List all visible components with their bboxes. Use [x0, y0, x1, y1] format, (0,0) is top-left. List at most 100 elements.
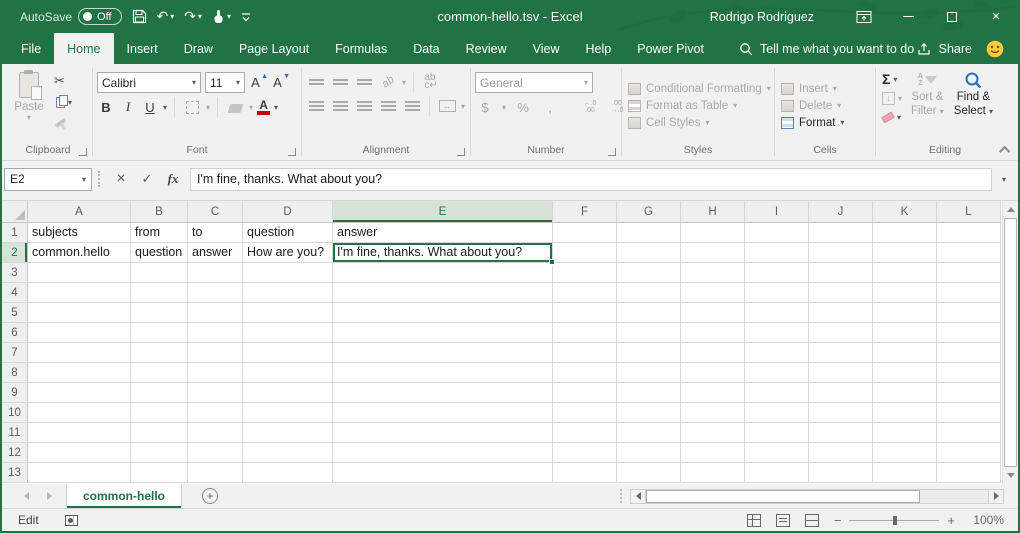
zoom-level[interactable]: 100%	[970, 513, 1004, 527]
cell-F4[interactable]	[553, 283, 617, 303]
cell-J5[interactable]	[809, 303, 873, 323]
format-cells-button[interactable]: Format▾	[781, 117, 871, 129]
cell-E1[interactable]: answer	[333, 223, 553, 243]
cell-D3[interactable]	[243, 263, 333, 283]
cell-C9[interactable]	[188, 383, 243, 403]
cell-B10[interactable]	[131, 403, 188, 423]
column-header-F[interactable]: F	[553, 201, 617, 223]
cell-G3[interactable]	[617, 263, 681, 283]
normal-view-button[interactable]	[747, 514, 761, 527]
tell-me-box[interactable]: Tell me what you want to do	[739, 33, 914, 64]
cell-E11[interactable]	[333, 423, 553, 443]
italic-button[interactable]: I	[119, 98, 137, 117]
cell-J12[interactable]	[809, 443, 873, 463]
cell-E9[interactable]	[333, 383, 553, 403]
cell-C2[interactable]: answer	[188, 243, 243, 263]
cell-G8[interactable]	[617, 363, 681, 383]
delete-cells-button[interactable]: Delete▾	[781, 100, 871, 112]
row-header-13[interactable]: 13	[2, 463, 28, 483]
cell-E12[interactable]	[333, 443, 553, 463]
name-box[interactable]: E2▾	[4, 168, 92, 191]
scroll-right-button[interactable]	[988, 489, 1004, 504]
cell-A10[interactable]	[28, 403, 131, 423]
autosave-toggle[interactable]: Off	[78, 8, 121, 25]
page-break-view-button[interactable]	[805, 514, 819, 527]
cell-A4[interactable]	[28, 283, 131, 303]
cell-F5[interactable]	[553, 303, 617, 323]
cell-K3[interactable]	[873, 263, 937, 283]
insert-cells-button[interactable]: Insert▾	[781, 83, 871, 95]
cell-H13[interactable]	[681, 463, 745, 483]
increase-decimal-button[interactable]: ←.0.00	[580, 98, 600, 117]
cell-E7[interactable]	[333, 343, 553, 363]
cell-J8[interactable]	[809, 363, 873, 383]
zoom-in-button[interactable]: +	[947, 514, 955, 527]
cell-H4[interactable]	[681, 283, 745, 303]
cell-J9[interactable]	[809, 383, 873, 403]
save-button[interactable]	[132, 9, 147, 24]
cell-B4[interactable]	[131, 283, 188, 303]
horizontal-scrollbar-thumb[interactable]	[646, 490, 920, 503]
align-bottom-button[interactable]	[354, 73, 374, 92]
cell-K9[interactable]	[873, 383, 937, 403]
font-name-select[interactable]: Calibri▾	[97, 72, 201, 93]
cell-D11[interactable]	[243, 423, 333, 443]
column-header-L[interactable]: L	[937, 201, 1001, 223]
undo-button[interactable]: ↶▾	[157, 8, 175, 25]
comma-button[interactable]: ,	[540, 98, 560, 117]
merge-center-button[interactable]: ↔	[437, 97, 457, 116]
cell-L10[interactable]	[937, 403, 1001, 423]
ribbon-tab-view[interactable]: View	[520, 33, 573, 64]
row-header-6[interactable]: 6	[2, 323, 28, 343]
sheet-nav-right-icon[interactable]	[47, 492, 52, 500]
cell-F6[interactable]	[553, 323, 617, 343]
row-header-10[interactable]: 10	[2, 403, 28, 423]
cell-D5[interactable]	[243, 303, 333, 323]
cell-L12[interactable]	[937, 443, 1001, 463]
cell-J11[interactable]	[809, 423, 873, 443]
underline-button[interactable]: U	[141, 98, 159, 117]
vertical-scrollbar-thumb[interactable]	[1004, 218, 1017, 467]
ribbon-tab-review[interactable]: Review	[453, 33, 520, 64]
cell-B1[interactable]: from	[131, 223, 188, 243]
zoom-slider-handle[interactable]	[893, 516, 897, 525]
cell-A3[interactable]	[28, 263, 131, 283]
cell-E2[interactable]: I'm fine, thanks. What about you?	[333, 243, 553, 263]
cell-G9[interactable]	[617, 383, 681, 403]
font-dialog-launcher[interactable]	[288, 148, 296, 156]
cell-I12[interactable]	[745, 443, 809, 463]
cell-E13[interactable]	[333, 463, 553, 483]
ribbon-tab-file[interactable]: File	[8, 33, 54, 64]
cell-I8[interactable]	[745, 363, 809, 383]
increase-indent-button[interactable]	[402, 97, 422, 116]
collapse-ribbon-button[interactable]	[1002, 146, 1010, 154]
cell-F2[interactable]	[553, 243, 617, 263]
cell-A7[interactable]	[28, 343, 131, 363]
cell-J3[interactable]	[809, 263, 873, 283]
cell-B6[interactable]	[131, 323, 188, 343]
fill-color-button[interactable]	[225, 98, 245, 117]
cell-G13[interactable]	[617, 463, 681, 483]
scroll-left-button[interactable]	[630, 489, 646, 504]
tab-scrollbar-separator[interactable]	[620, 489, 622, 503]
font-size-select[interactable]: 11▾	[205, 72, 245, 93]
cell-A6[interactable]	[28, 323, 131, 343]
conditional-formatting-button[interactable]: Conditional Formatting▾	[628, 83, 770, 95]
row-header-3[interactable]: 3	[2, 263, 28, 283]
cell-B11[interactable]	[131, 423, 188, 443]
cell-D1[interactable]: question	[243, 223, 333, 243]
row-header-11[interactable]: 11	[2, 423, 28, 443]
zoom-slider[interactable]	[849, 520, 939, 521]
cell-G10[interactable]	[617, 403, 681, 423]
user-name[interactable]: Rodrigo Rodriguez	[710, 10, 814, 24]
percent-button[interactable]: %	[513, 98, 533, 117]
alignment-dialog-launcher[interactable]	[457, 148, 465, 156]
row-header-7[interactable]: 7	[2, 343, 28, 363]
cell-A11[interactable]	[28, 423, 131, 443]
formula-input[interactable]: I'm fine, thanks. What about you?	[190, 168, 992, 191]
cell-C13[interactable]	[188, 463, 243, 483]
cell-G6[interactable]	[617, 323, 681, 343]
column-header-I[interactable]: I	[745, 201, 809, 223]
cell-D2[interactable]: How are you?	[243, 243, 333, 263]
decrease-indent-button[interactable]	[378, 97, 398, 116]
